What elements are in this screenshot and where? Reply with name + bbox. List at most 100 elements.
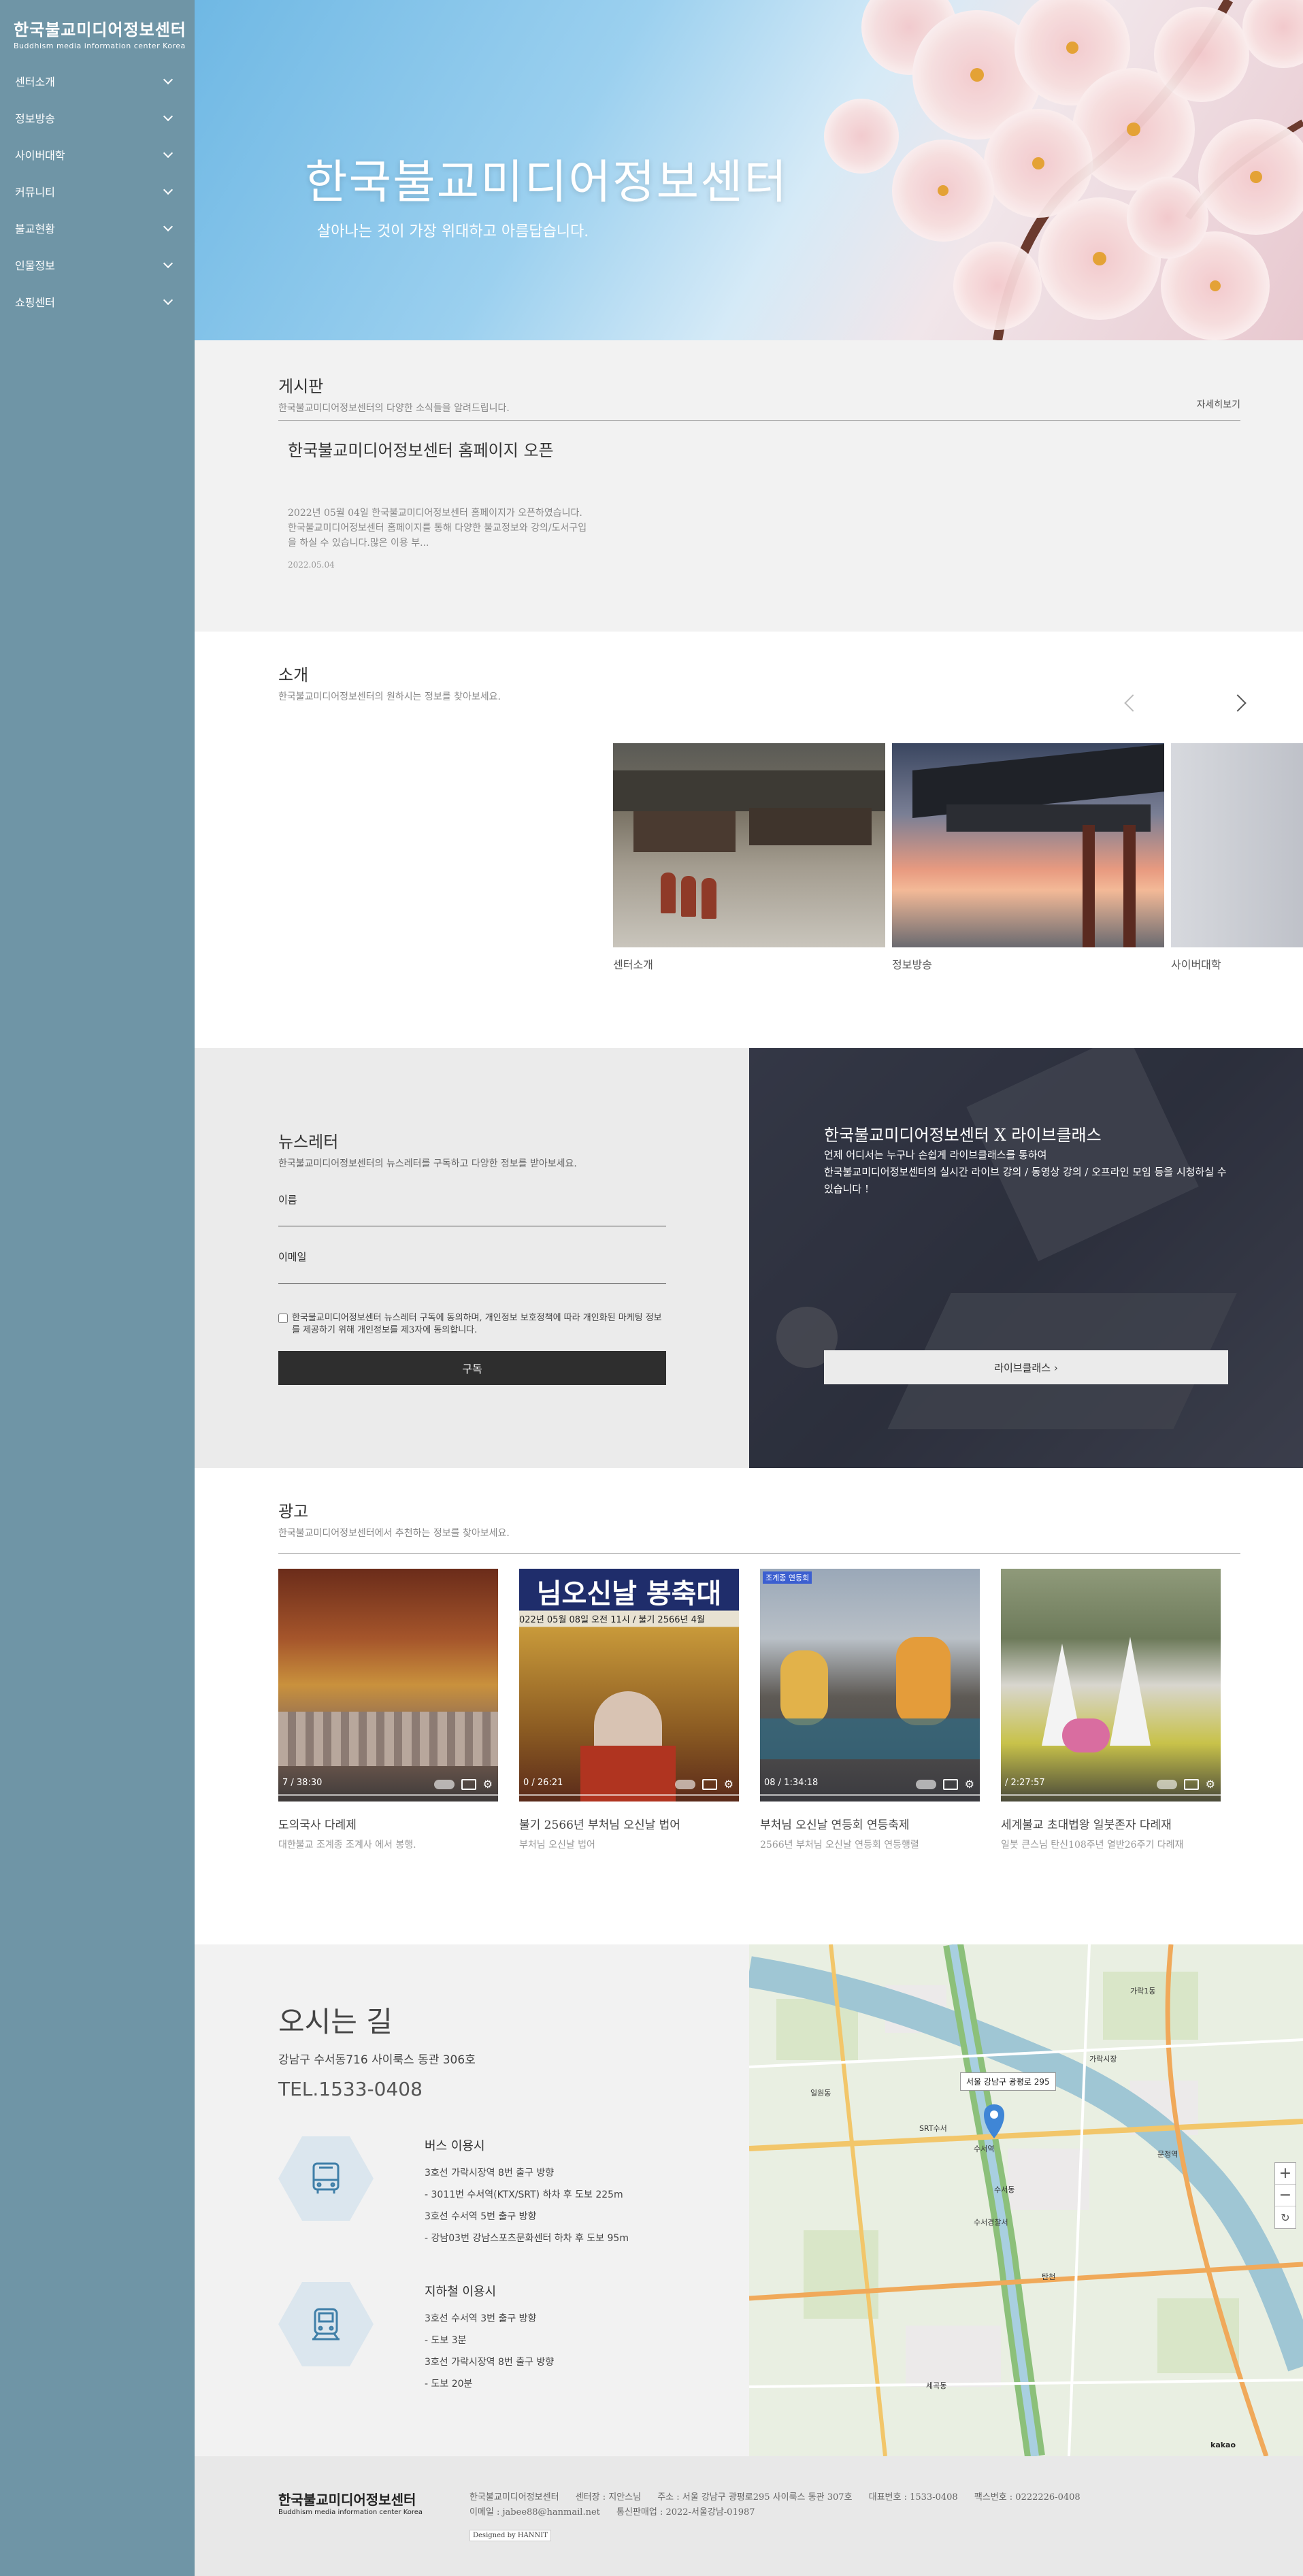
sidebar-item-label: 커뮤니티 xyxy=(15,186,55,199)
hero-subtitle: 살아나는 것이 가장 위대하고 아름답습니다. xyxy=(317,223,589,240)
sidebar-item-broadcast[interactable]: 정보방송 xyxy=(0,99,195,136)
hero-title: 한국불교미디어정보센터 xyxy=(305,156,789,210)
settings-gear-icon[interactable]: ⚙ xyxy=(1206,1778,1215,1791)
video-time: / 2:27:57 xyxy=(1005,1778,1045,1788)
directions-section: 오시는 길 강남구 수서동716 사이룩스 동관 306호 TEL.1533-0… xyxy=(195,1944,749,2456)
slider-prev-icon[interactable] xyxy=(1124,694,1142,712)
map-tiles xyxy=(749,1944,1303,2456)
settings-gear-icon[interactable]: ⚙ xyxy=(483,1778,493,1791)
live-description: 언제 어디서는 누구나 손쉽게 라이브클래스를 통하여 한국불교미디어정보센터의… xyxy=(824,1147,1232,1198)
sidebar-item-label: 사이버대학 xyxy=(15,149,65,162)
footer-phone: 대표번호 : 1533-0408 xyxy=(868,2492,958,2502)
ad-card[interactable]: 님오신날 봉축대 022년 05월 08일 오전 11시 / 불기 2566년 … xyxy=(519,1569,739,1851)
board-post[interactable]: 한국불교미디어정보센터 홈페이지 오픈 2022년 05월 04일 한국불교미디… xyxy=(288,437,587,570)
subscribe-button[interactable]: 구독 xyxy=(278,1351,666,1385)
captions-icon[interactable] xyxy=(461,1778,476,1790)
agree-consent[interactable]: 한국불교미디어정보센터 뉴스레터 구독에 동의하며, 개인정보 보호정책에 따라… xyxy=(278,1312,666,1337)
video-progress-bar[interactable] xyxy=(278,1794,498,1796)
chevron-down-icon xyxy=(163,111,174,121)
sidebar-item-center-intro[interactable]: 센터소개 xyxy=(0,63,195,99)
slide-card[interactable]: 정보방송 xyxy=(892,743,1164,972)
temple-sunset-image xyxy=(892,743,1164,947)
ad-video-player[interactable]: / 2:27:57 ⚙ xyxy=(1001,1569,1221,1801)
chevron-down-icon xyxy=(163,221,174,231)
site-logo[interactable]: 한국불교미디어정보센터 Buddhism media information c… xyxy=(14,16,186,50)
university-image xyxy=(1171,743,1303,947)
intro-section: 소개 한국불교미디어정보센터의 원하시는 정보를 찾아보세요. 센터소개 정보방… xyxy=(195,632,1303,1048)
ad-card[interactable]: / 2:27:57 ⚙ 세계불교 초대법왕 일붓존자 다례재 일붓 큰스님 탄신… xyxy=(1001,1569,1221,1851)
directions-title: 오시는 길 xyxy=(278,2005,393,2038)
zoom-out-icon[interactable]: − xyxy=(1275,2185,1296,2206)
email-input[interactable] xyxy=(278,1263,666,1284)
ad-title[interactable]: 세계불교 초대법왕 일붓존자 다례재 xyxy=(1001,1815,1221,1832)
sidebar-item-cyber-university[interactable]: 사이버대학 xyxy=(0,136,195,173)
ads-section: 광고 한국불교미디어정보센터에서 추천하는 정보를 찾아보세요. 7 / 38:… xyxy=(195,1468,1303,1944)
designed-by-badge[interactable]: Designed by HANNIT xyxy=(469,2530,551,2541)
ad-card[interactable]: 7 / 38:30 ⚙ 도의국사 다례제 대한불교 조계종 조계사 에서 봉행. xyxy=(278,1569,498,1851)
view-more-link[interactable]: 자세히보기 xyxy=(1197,397,1240,411)
temple-courtyard-image xyxy=(613,743,885,947)
footer-logo[interactable]: 한국불교미디어정보센터 Buddhism media information c… xyxy=(278,2489,423,2516)
ad-title[interactable]: 부처님 오신날 연등회 연등축제 xyxy=(760,1815,980,1832)
settings-gear-icon[interactable]: ⚙ xyxy=(724,1778,733,1791)
video-time: 0 / 26:21 xyxy=(523,1778,563,1788)
sidebar-item-people[interactable]: 인물정보 xyxy=(0,246,195,283)
subway-line: - 도보 3분 xyxy=(425,2335,467,2346)
ad-card[interactable]: 조계종 연등회 08 / 1:34:18 ⚙ 부처님 오신날 연등회 연등축제 … xyxy=(760,1569,980,1851)
subway-line: - 도보 20분 xyxy=(425,2379,473,2390)
sidebar-item-shopping[interactable]: 쇼핑센터 xyxy=(0,283,195,320)
video-progress-bar[interactable] xyxy=(519,1794,739,1796)
sidebar-menu: 센터소개 정보방송 사이버대학 커뮤니티 불교현황 인물정보 쇼핑센터 xyxy=(0,63,195,320)
captions-icon[interactable] xyxy=(1183,1778,1199,1790)
board-section: 게시판 한국불교미디어정보센터의 다양한 소식들을 알려드립니다. 자세히보기 … xyxy=(195,340,1303,632)
autoplay-toggle[interactable] xyxy=(1156,1779,1177,1789)
location-map[interactable]: 서울 강남구 광평로 295 수서역 SRT수서 수서동 가락시장 수서경찰서 … xyxy=(749,1944,1303,2456)
captions-icon[interactable] xyxy=(942,1778,958,1790)
slide-caption: 정보방송 xyxy=(892,958,932,971)
directions-tel[interactable]: TEL.1533-0408 xyxy=(278,2078,423,2100)
footer-fax: 팩스번호 : 0222226-0408 xyxy=(974,2492,1081,2502)
video-progress-bar[interactable] xyxy=(760,1794,980,1796)
chevron-down-icon xyxy=(163,295,174,305)
newsletter-subtitle: 한국불교미디어정보센터의 뉴스레터를 구독하고 다양한 정보를 받아보세요. xyxy=(278,1158,577,1169)
subway-line: 3호선 가락시장역 8번 출구 방향 xyxy=(425,2357,555,2368)
settings-gear-icon[interactable]: ⚙ xyxy=(965,1778,974,1791)
map-label: SRT수서 xyxy=(919,2124,947,2133)
bus-line: 3호선 가락시장역 8번 출구 방향 xyxy=(425,2168,555,2179)
autoplay-toggle[interactable] xyxy=(433,1779,455,1789)
sidebar: 한국불교미디어정보센터 Buddhism media information c… xyxy=(0,0,195,2576)
slide-card[interactable]: 센터소개 xyxy=(613,743,885,972)
name-input[interactable] xyxy=(278,1206,666,1226)
sidebar-item-community[interactable]: 커뮤니티 xyxy=(0,173,195,210)
map-label: 수서역 xyxy=(974,2145,995,2153)
subway-info: 지하철 이용시 3호선 수서역 3번 출구 방향 - 도보 3분 3호선 가락시… xyxy=(425,2282,554,2395)
footer: 한국불교미디어정보센터 Buddhism media information c… xyxy=(195,2456,1303,2576)
chevron-down-icon xyxy=(163,74,174,84)
agree-checkbox[interactable] xyxy=(278,1314,288,1323)
ads-header: 광고 한국불교미디어정보센터에서 추천하는 정보를 찾아보세요. xyxy=(278,1498,1240,1554)
slide-card[interactable]: 사이버대학 xyxy=(1171,743,1303,972)
ad-video-player[interactable]: 님오신날 봉축대 022년 05월 08일 오전 11시 / 불기 2566년 … xyxy=(519,1569,739,1801)
ad-title[interactable]: 불기 2566년 부처님 오신날 법어 xyxy=(519,1815,739,1832)
subway-title: 지하철 이용시 xyxy=(425,2285,497,2299)
video-progress-bar[interactable] xyxy=(1001,1794,1221,1796)
sidebar-item-label: 정보방송 xyxy=(15,112,55,125)
ad-desc: 일붓 큰스님 탄신108주년 열반26주기 다례재 xyxy=(1001,1840,1184,1851)
logo-english: Buddhism media information center Korea xyxy=(14,42,186,50)
sidebar-item-buddhism-status[interactable]: 불교현황 xyxy=(0,210,195,246)
autoplay-toggle[interactable] xyxy=(915,1779,936,1789)
autoplay-toggle[interactable] xyxy=(674,1779,695,1789)
refresh-icon[interactable]: ↻ xyxy=(1275,2206,1296,2228)
subway-line: 3호선 수서역 3번 출구 방향 xyxy=(425,2313,537,2324)
slider-next-icon[interactable] xyxy=(1229,694,1247,712)
zoom-in-icon[interactable]: + xyxy=(1275,2163,1296,2185)
live-class-button[interactable]: 라이브클래스 › xyxy=(824,1350,1228,1384)
ad-title[interactable]: 도의국사 다례제 xyxy=(278,1815,498,1832)
directions-address: 강남구 수서동716 사이룩스 동관 306호 xyxy=(278,2053,476,2067)
captions-icon[interactable] xyxy=(702,1778,717,1790)
post-title[interactable]: 한국불교미디어정보센터 홈페이지 오픈 xyxy=(288,437,587,461)
footer-email: 이메일 : jabee88@hanmail.net xyxy=(469,2507,600,2517)
live-desc-line: 한국불교미디어정보센터의 실시간 라이브 강의 / 동영상 강의 / 오프라인 … xyxy=(824,1166,1227,1195)
ad-video-player[interactable]: 7 / 38:30 ⚙ xyxy=(278,1569,498,1801)
ad-video-player[interactable]: 조계종 연등회 08 / 1:34:18 ⚙ xyxy=(760,1569,980,1801)
